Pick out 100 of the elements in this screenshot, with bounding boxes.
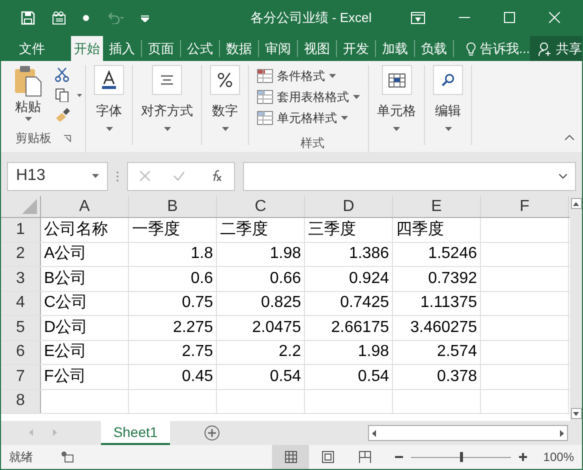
ribbon-tab[interactable]: 数据 <box>220 36 258 61</box>
table-cell-text: 2.66175 <box>331 318 389 338</box>
paste-button[interactable]: 粘贴 <box>13 65 43 129</box>
table-style-icon <box>257 110 273 124</box>
table-cell-text: 2.275 <box>172 318 213 338</box>
ribbon-button[interactable]: 字体 <box>94 65 124 130</box>
column-header[interactable]: A <box>41 196 129 217</box>
ribbon-tab[interactable]: 审阅 <box>259 36 297 61</box>
ribbon-tab[interactable]: 负载 <box>415 36 453 61</box>
ribbon-button[interactable]: 数字 <box>210 65 240 130</box>
table-cell-text: 公司名称 <box>44 220 108 240</box>
styles-menu-button[interactable]: 套用表格格式 <box>257 86 368 107</box>
dropdown-icon <box>353 94 360 98</box>
table-cell-text: 2.574 <box>436 342 477 362</box>
macro-record-icon[interactable] <box>61 451 74 463</box>
percent-icon <box>210 65 240 95</box>
paintbrush-icon[interactable] <box>55 108 71 122</box>
column-header[interactable]: E <box>393 196 481 217</box>
maximize-icon[interactable] <box>504 12 515 23</box>
table-cell-text: B公司 <box>44 268 87 289</box>
sheet-tab[interactable]: Sheet1 <box>101 421 170 445</box>
column-header[interactable]: B <box>129 196 217 217</box>
table-cell-text: 0.7392 <box>428 268 477 289</box>
table-style-icon <box>257 90 273 104</box>
column-header[interactable]: C <box>217 196 305 217</box>
ribbon-tab[interactable]: 页面 <box>142 36 180 61</box>
add-sheet-icon[interactable] <box>204 425 220 441</box>
row-header[interactable]: 6 <box>1 340 41 364</box>
ribbon-button[interactable]: 对齐方式 <box>141 65 193 130</box>
dialog-launcher-icon[interactable] <box>64 134 70 142</box>
group-label: 剪贴板 <box>16 130 52 147</box>
collapse-ribbon-icon[interactable] <box>565 135 574 140</box>
close-icon[interactable] <box>549 12 560 23</box>
normal-view-button[interactable] <box>272 445 310 469</box>
table-cell-text: 1.98 <box>358 342 389 362</box>
row-header[interactable]: 2 <box>1 242 41 266</box>
row-header[interactable]: 7 <box>1 365 41 388</box>
up-arrow-icon <box>573 202 579 206</box>
table-cell-text: 1.8 <box>190 244 213 264</box>
ribbon-tab[interactable]: 插入 <box>103 36 141 61</box>
copy-icon[interactable] <box>55 88 83 102</box>
styles-menu-button[interactable]: 条件格式 <box>257 65 368 86</box>
tell-me-search[interactable]: 告诉我... <box>466 36 530 61</box>
page-layout-icon[interactable] <box>322 451 334 463</box>
ribbon-tab[interactable]: 视图 <box>298 36 336 61</box>
search-icon <box>433 65 463 95</box>
down-arrow-icon <box>573 412 579 416</box>
person-icon <box>538 42 552 56</box>
ribbon-button[interactable]: 编辑 <box>433 65 463 130</box>
table-cell-text: 1.386 <box>348 244 389 264</box>
styles-menu-button[interactable]: 单元格样式 <box>257 107 368 128</box>
right-arrow-icon[interactable] <box>560 430 564 436</box>
table-cell-text: C公司 <box>44 293 88 314</box>
horizontal-scrollbar[interactable] <box>368 425 568 441</box>
row-header[interactable]: 1 <box>1 218 41 242</box>
scroll-down-button[interactable] <box>570 408 582 419</box>
table-cell-text: 3.460275 <box>410 318 477 338</box>
column-header[interactable]: D <box>305 196 393 217</box>
row-header[interactable]: 4 <box>1 292 41 315</box>
row-header[interactable]: 3 <box>1 267 41 290</box>
save-icon[interactable] <box>21 10 35 24</box>
zoom-level[interactable]: 100% <box>543 448 574 466</box>
zoom-slider[interactable] <box>411 452 512 462</box>
table-cell-text: 0.75 <box>182 293 213 314</box>
font-icon <box>94 65 124 95</box>
dropdown-icon <box>393 126 400 130</box>
slider-thumb[interactable] <box>460 452 463 462</box>
ribbon-tab[interactable]: 公式 <box>181 36 219 61</box>
expand-icon[interactable] <box>559 174 567 178</box>
row-header[interactable]: 8 <box>1 390 41 413</box>
minimize-icon[interactable] <box>459 16 470 18</box>
scissors-icon[interactable] <box>55 67 69 82</box>
ribbon-button[interactable]: 单元格 <box>377 65 416 130</box>
ribbon-tab[interactable]: 开始 <box>71 36 103 61</box>
ribbon-tab[interactable]: 文件 <box>9 36 55 61</box>
dropdown-icon <box>341 116 348 120</box>
left-arrow-icon[interactable] <box>372 430 376 436</box>
share-button[interactable]: 共享 <box>530 36 582 61</box>
table-cell-text: 三季度 <box>308 220 356 240</box>
table-cell-text: 1.11375 <box>420 293 477 314</box>
table-cell-text: 0.45 <box>182 366 213 387</box>
dot-icon[interactable] <box>83 14 89 20</box>
ribbon-tab[interactable]: 加载 <box>376 36 414 61</box>
customize-icon[interactable] <box>141 14 149 22</box>
dropdown-icon <box>222 126 228 130</box>
table-cell-text: 0.6 <box>190 268 213 289</box>
table-cell-text: 一季度 <box>132 220 180 240</box>
ribbon-tab[interactable]: 开发 <box>337 36 375 61</box>
dropdown-icon <box>164 126 170 130</box>
checkmark-icon[interactable] <box>173 171 186 181</box>
dropdown-icon <box>329 74 336 78</box>
column-header[interactable]: F <box>481 196 569 217</box>
ribbon-options-icon[interactable] <box>411 12 425 24</box>
scroll-up-button[interactable] <box>570 198 582 209</box>
zoom-in-icon[interactable] <box>519 453 528 461</box>
touch-mode-icon[interactable] <box>51 10 67 24</box>
table-cell-text: 1.98 <box>270 244 301 264</box>
page-break-icon[interactable] <box>359 451 372 463</box>
name-box[interactable]: H13 <box>7 162 108 190</box>
row-header[interactable]: 5 <box>1 316 41 340</box>
